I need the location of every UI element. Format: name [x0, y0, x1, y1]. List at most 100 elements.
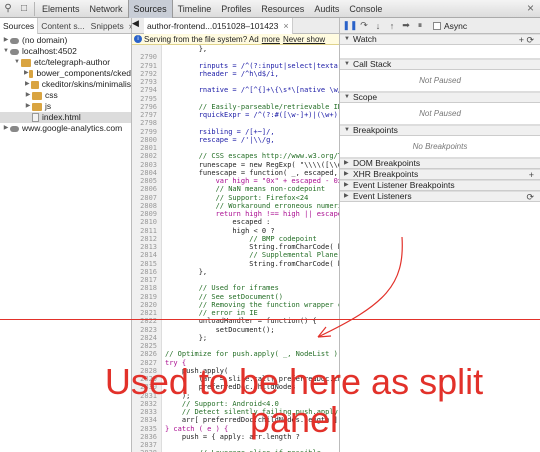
- line-number[interactable]: 2797: [132, 111, 162, 120]
- line-number[interactable]: 2820: [132, 300, 162, 309]
- line-number[interactable]: 2810: [132, 218, 162, 227]
- tree-item[interactable]: index.html: [0, 112, 131, 123]
- tab-resources[interactable]: Resources: [256, 0, 309, 18]
- search-icon[interactable]: ⚲: [0, 0, 16, 18]
- collapsed-triangle-icon[interactable]: ▶: [2, 123, 10, 134]
- line-number[interactable]: 2826: [132, 350, 162, 359]
- section-event-listener-breakpoints[interactable]: ▶ Event Listener Breakpoints: [340, 180, 540, 191]
- section-call-stack[interactable]: ▼ Call Stack: [340, 59, 540, 70]
- step-out-icon[interactable]: ↑: [385, 19, 399, 33]
- line-number[interactable]: 2792: [132, 69, 162, 78]
- step-over-icon[interactable]: ↷: [357, 19, 371, 33]
- deactivate-breakpoints-icon[interactable]: ➡: [399, 19, 413, 33]
- tree-item[interactable]: ▶ (no domain): [0, 35, 131, 46]
- line-number[interactable]: 2805: [132, 177, 162, 186]
- expanded-triangle-icon[interactable]: ▼: [344, 59, 353, 70]
- expanded-triangle-icon[interactable]: ▼: [344, 92, 353, 103]
- section-dom-breakpoints[interactable]: ▶ DOM Breakpoints: [340, 158, 540, 169]
- line-number[interactable]: 2821: [132, 309, 162, 318]
- tab-elements[interactable]: Elements: [37, 0, 85, 18]
- line-number[interactable]: [132, 45, 162, 54]
- line-number[interactable]: 2799: [132, 127, 162, 136]
- tree-item[interactable]: ▶ ckeditor/skins/minimalis: [0, 79, 131, 90]
- collapsed-triangle-icon[interactable]: ▶: [344, 180, 353, 191]
- section-scope[interactable]: ▼ Scope: [340, 92, 540, 103]
- tree-item[interactable]: ▼ localhost:4502: [0, 46, 131, 57]
- close-tab-icon[interactable]: ×: [283, 21, 288, 31]
- line-number[interactable]: 2791: [132, 61, 162, 70]
- expanded-triangle-icon[interactable]: ▼: [13, 57, 21, 68]
- line-number[interactable]: 2837: [132, 441, 162, 450]
- tree-item[interactable]: ▶ www.google-analytics.com: [0, 123, 131, 134]
- tab-snippets[interactable]: Snippets: [88, 18, 127, 34]
- tab-content-scripts[interactable]: Content s...: [38, 18, 87, 34]
- collapsed-triangle-icon[interactable]: ▶: [2, 35, 10, 46]
- line-number[interactable]: 2795: [132, 94, 162, 103]
- tab-network[interactable]: Network: [85, 0, 128, 18]
- collapsed-triangle-icon[interactable]: ▶: [344, 169, 353, 180]
- line-number[interactable]: 2808: [132, 201, 162, 210]
- section-event-listeners[interactable]: ▶ Event Listeners ⟳: [340, 191, 540, 202]
- line-number[interactable]: 2800: [132, 135, 162, 144]
- tab-timeline[interactable]: Timeline: [173, 0, 217, 18]
- line-number[interactable]: 2801: [132, 144, 162, 153]
- collapsed-triangle-icon[interactable]: ▶: [344, 191, 353, 202]
- line-number[interactable]: 2798: [132, 119, 162, 128]
- tree-item[interactable]: ▶ css: [0, 90, 131, 101]
- line-number[interactable]: 2813: [132, 243, 162, 252]
- tree-item[interactable]: ▶ bower_components/cked: [0, 68, 131, 79]
- line-number[interactable]: 2806: [132, 185, 162, 194]
- line-number[interactable]: 2790: [132, 53, 162, 62]
- never-show-link[interactable]: Never show: [283, 35, 325, 44]
- tab-profiles[interactable]: Profiles: [216, 0, 256, 18]
- step-into-icon[interactable]: ↓: [371, 19, 385, 33]
- infobar-more-link[interactable]: more: [262, 35, 280, 44]
- line-number[interactable]: 2812: [132, 234, 162, 243]
- line-number[interactable]: 2796: [132, 102, 162, 111]
- section-actions[interactable]: + ⟳: [519, 35, 534, 46]
- tree-item[interactable]: ▼ etc/telegraph-author: [0, 57, 131, 68]
- section-xhr-breakpoints[interactable]: ▶ XHR Breakpoints +: [340, 169, 540, 180]
- toggle-navigator-icon[interactable]: ◀: [132, 18, 144, 34]
- line-number[interactable]: 2811: [132, 226, 162, 235]
- line-number[interactable]: 2819: [132, 292, 162, 301]
- line-number[interactable]: 2817: [132, 276, 162, 285]
- line-number[interactable]: 2803: [132, 160, 162, 169]
- collapsed-triangle-icon[interactable]: ▶: [24, 101, 32, 112]
- async-checkbox[interactable]: Async: [433, 21, 467, 31]
- close-icon[interactable]: ×: [527, 1, 534, 15]
- collapsed-triangle-icon[interactable]: ▶: [344, 158, 353, 169]
- line-number[interactable]: 2807: [132, 193, 162, 202]
- line-number[interactable]: 2814: [132, 251, 162, 260]
- line-number[interactable]: 2816: [132, 267, 162, 276]
- line-number[interactable]: 2825: [132, 342, 162, 351]
- section-breakpoints[interactable]: ▼ Breakpoints: [340, 125, 540, 136]
- expanded-triangle-icon[interactable]: ▼: [344, 34, 353, 45]
- tab-sources[interactable]: Sources: [127, 0, 173, 18]
- pause-on-exceptions-icon[interactable]: ⏸: [413, 19, 427, 33]
- line-number[interactable]: 2815: [132, 259, 162, 268]
- collapsed-triangle-icon[interactable]: ▶: [24, 68, 29, 79]
- tab-console[interactable]: Console: [344, 0, 387, 18]
- editor-tab-file[interactable]: author-frontend...0151028–101423 ×: [144, 18, 293, 34]
- pause-icon[interactable]: ❚❚: [342, 19, 357, 33]
- section-watch[interactable]: ▼ Watch + ⟳: [340, 34, 540, 45]
- line-number[interactable]: 2824: [132, 333, 162, 342]
- expanded-triangle-icon[interactable]: ▼: [344, 125, 353, 136]
- tab-sources[interactable]: Sources: [0, 17, 39, 34]
- line-number[interactable]: 2804: [132, 168, 162, 177]
- line-number[interactable]: 2793: [132, 78, 162, 87]
- async-checkbox-box[interactable]: [433, 21, 441, 30]
- tree-item[interactable]: ▶ js: [0, 101, 131, 112]
- expanded-triangle-icon[interactable]: ▼: [2, 46, 10, 57]
- device-mode-icon[interactable]: □: [16, 0, 32, 18]
- section-actions[interactable]: ⟳: [526, 192, 534, 203]
- line-number[interactable]: 2802: [132, 152, 162, 161]
- line-number[interactable]: 2809: [132, 210, 162, 219]
- collapsed-triangle-icon[interactable]: ▶: [24, 79, 31, 90]
- line-number[interactable]: 2823: [132, 325, 162, 334]
- collapsed-triangle-icon[interactable]: ▶: [24, 90, 32, 101]
- tab-audits[interactable]: Audits: [309, 0, 344, 18]
- line-number[interactable]: 2794: [132, 86, 162, 95]
- line-number[interactable]: 2818: [132, 284, 162, 293]
